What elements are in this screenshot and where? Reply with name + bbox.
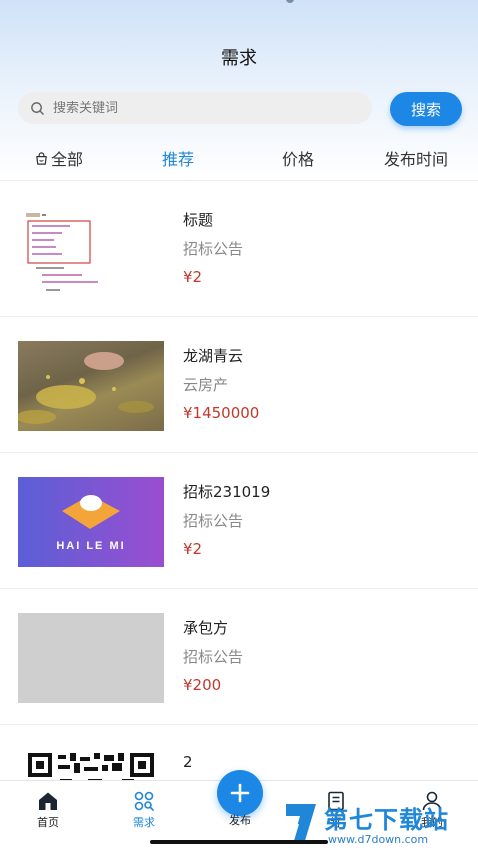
tab-recommended[interactable]: 推荐 [162, 146, 194, 170]
tab-price[interactable]: 价格 [282, 146, 314, 170]
tab-all-label: 全部 [51, 150, 84, 169]
item-price: ¥200 [183, 676, 222, 694]
home-icon [39, 792, 57, 810]
search-bar[interactable] [18, 92, 372, 124]
home-indicator [150, 840, 328, 844]
item-price: ¥2 [183, 540, 203, 558]
tab-publish-time-label: 发布时间 [384, 150, 449, 169]
photo-image [18, 352, 154, 424]
demand-grid-icon [134, 791, 154, 811]
tab-price-label: 价格 [282, 150, 315, 169]
tab-all[interactable]: 全部 [34, 146, 83, 170]
item-price: ¥2 [183, 268, 203, 286]
nav-home-label: 首页 [37, 816, 59, 829]
search-button[interactable]: 搜索 [390, 92, 462, 126]
logo-text: HAI LE MI [56, 540, 125, 552]
watermark-url: www.d7down.com [328, 833, 429, 846]
app-logo-image: HAI LE MI [56, 495, 125, 552]
plus-icon [230, 783, 250, 803]
list-item[interactable]: 龙湖青云 云房产 ¥1450000 [0, 317, 478, 453]
item-category: 云房产 [183, 376, 229, 394]
publish-label: 发布 [229, 814, 251, 827]
item-thumbnail-placeholder [18, 613, 164, 703]
filter-tabs: 全部 推荐 价格 发布时间 [0, 140, 478, 176]
list-item[interactable]: 承包方 招标公告 ¥200 [0, 589, 478, 725]
item-title: 2 [183, 753, 193, 771]
item-thumbnail: HAI LE MI [18, 477, 164, 567]
item-title: 承包方 [183, 619, 229, 637]
publish-button[interactable] [217, 770, 263, 816]
nav-demand-label: 需求 [133, 816, 155, 829]
item-title: 龙湖青云 [183, 347, 244, 365]
item-title: 标题 [183, 211, 214, 229]
search-input[interactable] [53, 100, 343, 116]
item-thumbnail [18, 341, 164, 431]
nav-demand[interactable]: 需求 [114, 791, 174, 830]
item-price: ¥1450000 [183, 404, 260, 422]
tab-publish-time[interactable]: 发布时间 [384, 146, 448, 170]
watermark-text: 第七下载站 [324, 806, 449, 834]
item-thumbnail [18, 205, 164, 295]
search-icon [31, 101, 44, 115]
code-screenshot-image [26, 213, 98, 291]
list-item[interactable]: HAI LE MI 招标231019 招标公告 ¥2 [0, 453, 478, 589]
list-item[interactable]: 标题 招标公告 ¥2 [0, 181, 478, 317]
page-title: 需求 [221, 48, 257, 69]
item-title: 招标231019 [183, 483, 271, 501]
item-category: 招标公告 [183, 648, 244, 666]
item-category: 招标公告 [183, 240, 244, 258]
bag-icon [36, 151, 47, 165]
nav-home[interactable]: 首页 [18, 791, 78, 830]
item-category: 招标公告 [183, 512, 244, 530]
tab-recommended-label: 推荐 [162, 150, 195, 169]
